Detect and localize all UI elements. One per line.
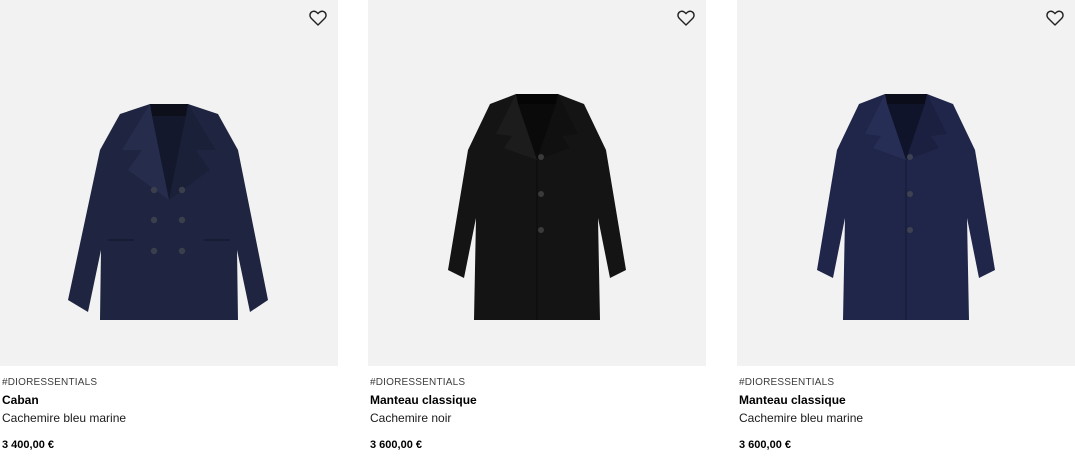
coat-image xyxy=(448,94,626,320)
product-hashtag[interactable]: #DIORESSENTIALS xyxy=(2,377,338,389)
product-card[interactable]: #DIORESSENTIALS Caban Cachemire bleu mar… xyxy=(0,0,338,464)
product-material: Cachemire noir xyxy=(370,411,452,425)
product-card[interactable]: #DIORESSENTIALS Manteau classique Cachem… xyxy=(737,0,1075,464)
overcoat-illustration xyxy=(448,94,626,320)
wishlist-heart-icon[interactable] xyxy=(1045,8,1065,28)
product-hashtag[interactable]: #DIORESSENTIALS xyxy=(370,377,706,389)
product-image[interactable] xyxy=(0,0,338,366)
product-info: #DIORESSENTIALS Manteau classique Cachem… xyxy=(739,377,1075,426)
product-name[interactable]: Caban xyxy=(2,393,338,408)
product-name[interactable]: Manteau classique xyxy=(370,393,706,408)
coat-image xyxy=(817,94,995,320)
product-material: Cachemire bleu marine xyxy=(739,411,864,425)
product-card[interactable]: #DIORESSENTIALS Manteau classique Cachem… xyxy=(368,0,706,464)
coat-image xyxy=(68,104,268,320)
product-info: #DIORESSENTIALS Manteau classique Cachem… xyxy=(370,377,706,426)
peacoat-illustration xyxy=(68,104,268,320)
product-material: Cachemire bleu marine xyxy=(2,411,127,425)
product-grid: #DIORESSENTIALS Caban Cachemire bleu mar… xyxy=(0,0,1075,464)
product-price: 3 600,00 € xyxy=(370,439,422,451)
wishlist-heart-icon[interactable] xyxy=(308,8,328,28)
wishlist-heart-icon[interactable] xyxy=(676,8,696,28)
product-price: 3 600,00 € xyxy=(739,439,791,451)
product-info: #DIORESSENTIALS Caban Cachemire bleu mar… xyxy=(2,377,338,426)
product-image[interactable] xyxy=(368,0,706,366)
overcoat-illustration xyxy=(817,94,995,320)
product-image[interactable] xyxy=(737,0,1075,366)
product-price: 3 400,00 € xyxy=(2,439,54,451)
product-hashtag[interactable]: #DIORESSENTIALS xyxy=(739,377,1075,389)
product-name[interactable]: Manteau classique xyxy=(739,393,1075,408)
